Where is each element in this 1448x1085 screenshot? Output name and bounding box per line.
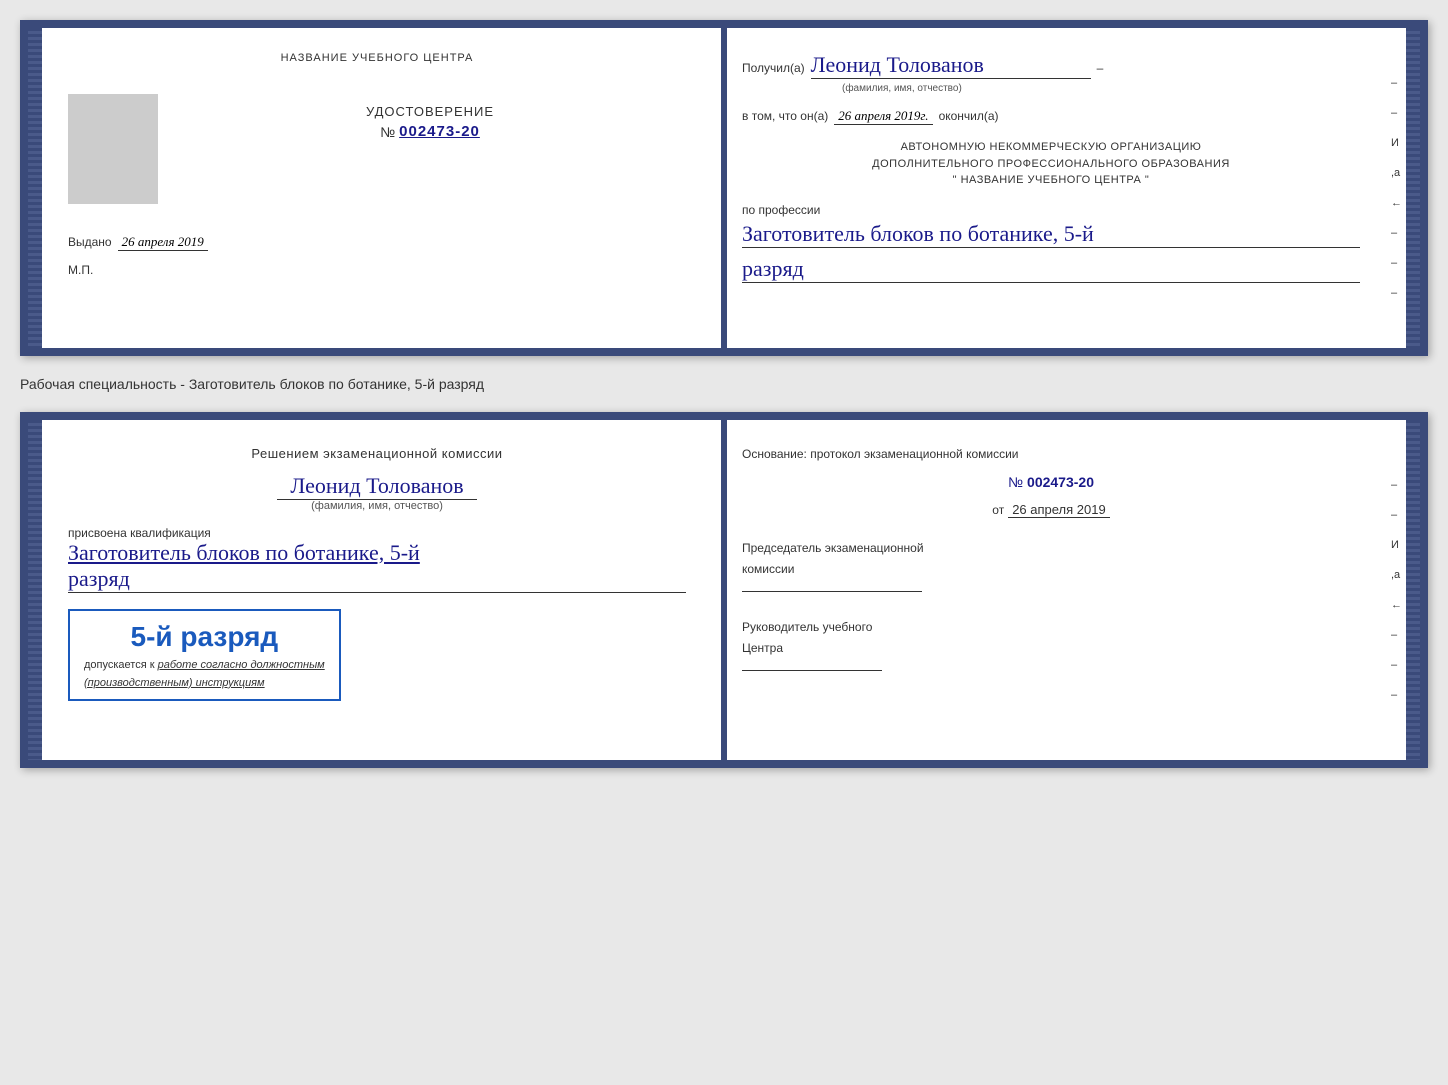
sub-fio-1: (фамилия, имя, отчество) [842,83,1360,94]
stamp-work: работе согласно должностным [158,659,325,671]
chair-signature-line [742,591,922,592]
dash-1: – [1097,61,1104,75]
cert-text1: в том, что он(а) [742,109,828,123]
org-line2: ДОПОЛНИТЕЛЬНОГО ПРОФЕССИОНАЛЬНОГО ОБРАЗО… [742,156,1360,173]
center-title: НАЗВАНИЕ УЧЕБНОГО ЦЕНТРА [68,52,686,64]
document-1: НАЗВАНИЕ УЧЕБНОГО ЦЕНТРА УДОСТОВЕРЕНИЕ №… [20,20,1428,356]
date-value-1: 26 апреля 2019г. [834,108,932,125]
number-value: 002473-20 [1027,474,1094,490]
stamp-admit-text: допускается к [84,659,155,671]
stamp-admit: допускается к работе согласно должностны… [84,659,325,671]
assigned-text: присвоена квалификация [68,526,686,540]
org-block: АВТОНОМНУЮ НЕКОММЕРЧЕСКУЮ ОРГАНИЗАЦИЮ ДО… [742,139,1360,189]
head-title-1: Руководитель учебного [742,617,1360,637]
side-mark-i: И [1391,137,1402,149]
head-title: Руководитель учебного Центра [742,617,1360,658]
stamp-box: 5-й разряд допускается к работе согласно… [68,609,341,701]
sub-fio-2: (фамилия, имя, отчество) [68,500,686,512]
side-mark-dash-4: – [1391,257,1402,269]
finished-label: окончил(а) [939,109,999,123]
received-prefix: Получил(а) [742,61,805,75]
document-2: Решением экзаменационной комиссии Леонид… [20,412,1428,768]
person-name: Леонид Толованов [277,473,477,500]
border-right-texture-2 [1406,420,1420,760]
date-value-2: 26 апреля 2019 [1008,502,1110,518]
date-prefix: от [992,503,1004,517]
side-marks-2: – – И ,а ← – – – [1391,479,1402,701]
side-mark-a: ,а [1391,167,1402,179]
qual-value: Заготовитель блоков по ботанике, 5-й [68,540,686,566]
side-mark-dash-1: – [1391,77,1402,89]
side-mark-dash-2: – [1391,107,1402,119]
org-line3: " НАЗВАНИЕ УЧЕБНОГО ЦЕНТРА " [742,172,1360,189]
side-mark-arrow: ← [1391,197,1402,209]
issued-label: Выдано [68,235,112,249]
issued-date: 26 апреля 2019 [118,234,208,251]
side-mark-dash-r2: – [1391,509,1402,521]
side-mark-dash-5: – [1391,287,1402,299]
recipient-name: Леонид Толованов [811,52,1091,79]
cert-label: УДОСТОВЕРЕНИЕ [174,104,686,119]
chair-title-2: комиссии [742,559,1360,579]
doc1-left: НАЗВАНИЕ УЧЕБНОГО ЦЕНТРА УДОСТОВЕРЕНИЕ №… [28,28,714,348]
side-marks-1: – – И ,а ← – – – [1391,77,1402,299]
side-mark-dash-r1: – [1391,479,1402,491]
doc1-right: Получил(а) Леонид Толованов – (фамилия, … [714,28,1420,348]
photo-placeholder [68,94,158,204]
page-container: НАЗВАНИЕ УЧЕБНОГО ЦЕНТРА УДОСТОВЕРЕНИЕ №… [20,20,1428,768]
cert-main: УДОСТОВЕРЕНИЕ № 002473-20 [174,104,686,140]
org-line1: АВТОНОМНУЮ НЕКОММЕРЧЕСКУЮ ОРГАНИЗАЦИЮ [742,139,1360,156]
head-title-2: Центра [742,638,1360,658]
decision-text: Решением экзаменационной комиссии [68,444,686,465]
side-mark-dash-r5: – [1391,689,1402,701]
razryad-value-1: разряд [742,256,1360,283]
profession-value: Заготовитель блоков по ботанике, 5-й [742,221,1360,248]
profession-label: по профессии [742,203,1360,217]
side-mark-dash-r3: – [1391,629,1402,641]
doc2-left: Решением экзаменационной комиссии Леонид… [28,420,714,760]
stamp-instr: (производственным) инструкциям [84,677,325,689]
doc2-right: Основание: протокол экзаменационной коми… [714,420,1420,760]
stamp-grade: 5-й разряд [84,621,325,653]
head-signature-line [742,670,882,671]
separator-label: Рабочая специальность - Заготовитель бло… [20,372,1428,396]
cert-number-prefix: № [380,124,395,140]
side-mark-dash-3: – [1391,227,1402,239]
basis-text: Основание: протокол экзаменационной коми… [742,444,1360,464]
side-mark-i-r: И [1391,539,1402,551]
razryad-value-2: разряд [68,566,686,593]
side-mark-arrow-r: ← [1391,599,1402,611]
border-right-texture [1406,28,1420,348]
cert-number: 002473-20 [399,123,480,140]
side-mark-dash-r4: – [1391,659,1402,671]
side-mark-a-r: ,а [1391,569,1402,581]
chair-title-1: Председатель экзаменационной [742,538,1360,558]
chair-title: Председатель экзаменационной комиссии [742,538,1360,579]
number-prefix: № [1008,474,1023,490]
mp-label: М.П. [68,263,686,277]
